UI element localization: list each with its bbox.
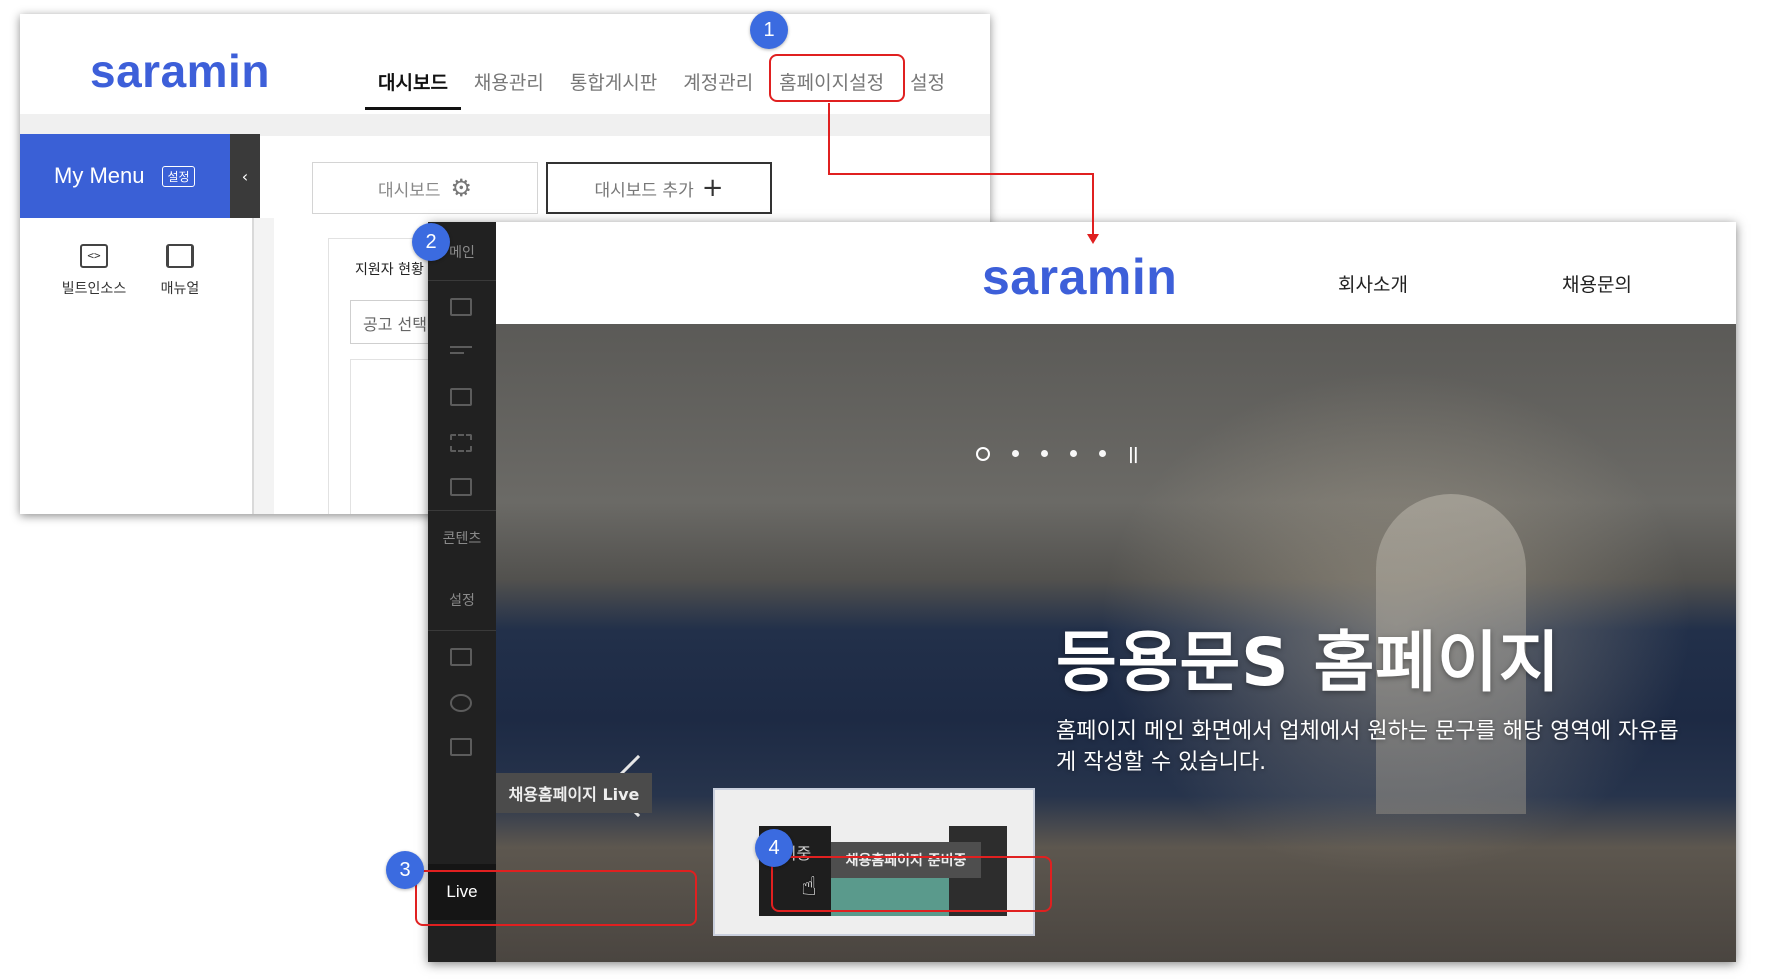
header-divider [20,114,990,136]
add-dashboard-button[interactable]: 대시보드 추가 + [546,162,772,214]
highlight-preparing [771,856,1052,912]
slide-dot[interactable] [1070,450,1077,457]
form-icon[interactable] [450,478,472,496]
homepage-editor-screenshot: 메인 콘텐츠 설정 Live saramin 회사소개 채용문의 || 등용문S… [428,222,1736,962]
nav-integrated-board[interactable]: 통합게시판 [557,58,670,110]
slide-dot[interactable] [1012,450,1019,457]
toolbar-divider [428,510,496,511]
sidebar-collapse-button[interactable]: ‹ [230,134,260,218]
slide-dot-active[interactable] [976,446,990,461]
book-icon [166,244,194,268]
step-badge-3: 3 [386,851,424,889]
toolbar-divider [428,280,496,281]
tool-label: 매뉴얼 [160,281,200,297]
slide-dot[interactable] [1041,450,1048,457]
toolbar-contents[interactable]: 콘텐츠 [428,528,496,548]
tool-label: 빌트인소스 [61,281,127,297]
slider-indicators: || [976,444,1139,463]
monitor-icon[interactable] [450,298,472,316]
step-badge-2: 2 [412,223,450,261]
highlight-homepage-settings [769,54,905,102]
connector-line [1092,173,1094,236]
hero-title: 등용문S 홈페이지 [1056,624,1561,701]
live-tooltip: 채용홈페이지 Live [496,773,652,813]
hero-banner: || 등용문S 홈페이지 홈페이지 메인 화면에서 업체에서 원하는 문구를 해… [496,324,1736,962]
device-icon[interactable] [450,738,472,756]
site-nav-company[interactable]: 회사소개 [1338,270,1408,297]
site-logo[interactable]: saramin [982,248,1177,306]
nav-recruit-management[interactable]: 채용관리 [461,58,557,110]
step-badge-1: 1 [750,11,788,49]
card-title: 지원자 현황 [355,262,424,278]
nav-dashboard[interactable]: 대시보드 [365,58,461,110]
toolbar-divider [428,630,496,631]
add-dashboard-label: 대시보드 추가 [594,180,694,201]
my-menu-settings-badge[interactable]: 설정 [162,165,195,187]
save-icon[interactable] [450,648,472,666]
code-window-icon: <> [80,244,108,268]
tool-manual[interactable]: 매뉴얼 [140,244,220,298]
connector-line [828,103,830,174]
hero-subtitle: 홈페이지 메인 화면에서 업체에서 원하는 문구를 해당 영역에 자유롭게 작성… [1056,719,1679,775]
tool-builtin-source[interactable]: <> 빌트인소스 [54,244,134,298]
slide-dot[interactable] [1099,450,1106,457]
pause-icon[interactable]: || [1128,444,1139,463]
saramin-logo: saramin [90,45,270,97]
dashboard-button[interactable]: 대시보드 ⚙ [312,162,538,214]
my-menu-header[interactable]: My Menu 설정 [20,134,230,218]
nav-settings[interactable]: 설정 [897,58,958,110]
my-menu-label: My Menu [54,163,145,188]
chevron-left-icon: ‹ [241,166,249,186]
sidebar-gutter [254,218,274,514]
dashboard-button-label: 대시보드 [377,180,441,201]
nav-account-management[interactable]: 계정관리 [670,58,766,110]
text-lines-icon[interactable] [450,346,472,348]
connector-line [828,173,1094,175]
highlight-live [415,870,697,926]
text-lines-icon-part [450,352,464,354]
site-nav-inquiry[interactable]: 채용문의 [1562,270,1632,297]
preview-eye-icon[interactable] [450,694,472,712]
toolbar-settings[interactable]: 설정 [428,590,496,610]
arrow-down-icon [1087,234,1099,244]
plus-icon: + [701,173,724,203]
step-badge-4: 4 [755,829,793,867]
image-icon[interactable] [450,388,472,406]
grid-add-icon[interactable] [450,434,472,452]
gear-icon: ⚙ [450,174,473,202]
